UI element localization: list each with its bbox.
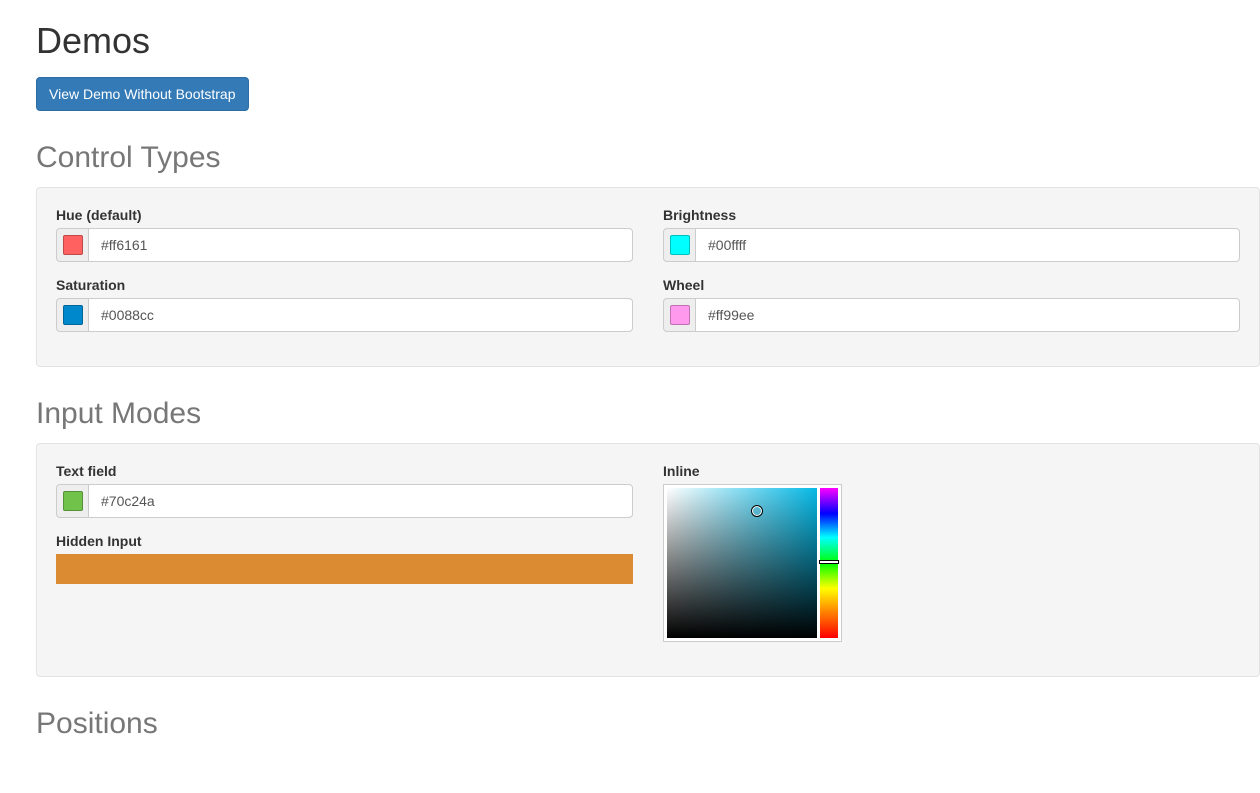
section-title-positions: Positions [36,707,1260,741]
section-title-input-modes: Input Modes [36,397,1260,431]
label-saturation: Saturation [56,277,633,293]
swatch-addon-saturation[interactable] [56,298,88,332]
swatch-addon-brightness[interactable] [663,228,695,262]
swatch-addon-wheel[interactable] [663,298,695,332]
picker-hue-marker-icon [819,560,839,564]
swatch-addon-text-field[interactable] [56,484,88,518]
page-title: Demos [36,20,1260,62]
picker-saturation-value-area[interactable] [667,488,817,638]
hidden-input-swatch[interactable] [56,554,633,584]
label-text-field: Text field [56,463,633,479]
input-text-field[interactable] [88,484,633,518]
section-title-control-types: Control Types [36,141,1260,175]
panel-control-types: Hue (default) Saturation [36,187,1260,367]
panel-input-modes: Text field Hidden Input Inline [36,443,1260,677]
swatch-text-field[interactable] [63,491,83,511]
view-demo-without-bootstrap-button[interactable]: View Demo Without Bootstrap [36,77,249,111]
input-wheel[interactable] [695,298,1240,332]
picker-hue-slider[interactable] [820,488,838,638]
label-hue: Hue (default) [56,207,633,223]
input-brightness[interactable] [695,228,1240,262]
swatch-wheel[interactable] [670,305,690,325]
swatch-addon-hue[interactable] [56,228,88,262]
label-wheel: Wheel [663,277,1240,293]
swatch-saturation[interactable] [63,305,83,325]
label-hidden-input: Hidden Input [56,533,633,549]
label-brightness: Brightness [663,207,1240,223]
swatch-brightness[interactable] [670,235,690,255]
inline-color-picker[interactable] [663,484,842,642]
input-saturation[interactable] [88,298,633,332]
input-hue[interactable] [88,228,633,262]
label-inline: Inline [663,463,1240,479]
picker-cursor-icon [752,506,762,516]
swatch-hue[interactable] [63,235,83,255]
